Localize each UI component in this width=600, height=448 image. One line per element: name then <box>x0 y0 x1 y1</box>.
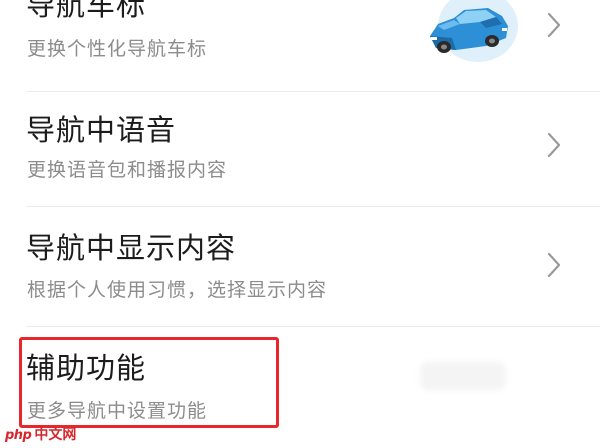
watermark-logo: php <box>5 427 32 443</box>
setting-row-title: 导航车标 <box>26 0 147 22</box>
highlight-annotation-box <box>19 337 279 428</box>
setting-row-subtitle: 更换个性化导航车标 <box>27 38 208 60</box>
car-icon <box>416 0 522 66</box>
navigation-settings-screen: 导航车标 更换个性化导航车标 导航中语音 更换语音包和播报内容 导航中显示内容 … <box>0 0 600 448</box>
blurred-region <box>420 362 506 390</box>
site-watermark: php 中文网 <box>5 425 76 445</box>
setting-row-title: 导航中显示内容 <box>26 231 237 265</box>
watermark-text: 中文网 <box>34 427 77 443</box>
setting-row-subtitle: 更换语音包和播报内容 <box>27 159 228 181</box>
setting-row-title: 导航中语音 <box>26 113 177 147</box>
setting-row-voice[interactable]: 导航中语音 更换语音包和播报内容 <box>0 92 600 202</box>
chevron-right-icon <box>547 132 561 158</box>
setting-row-display-content[interactable]: 导航中显示内容 根据个人使用习惯，选择显示内容 <box>0 207 600 324</box>
chevron-right-icon <box>547 12 561 38</box>
chevron-right-icon <box>547 252 561 278</box>
setting-row-subtitle: 根据个人使用习惯，选择显示内容 <box>27 279 328 301</box>
setting-row-car-logo[interactable]: 导航车标 更换个性化导航车标 <box>0 0 600 92</box>
